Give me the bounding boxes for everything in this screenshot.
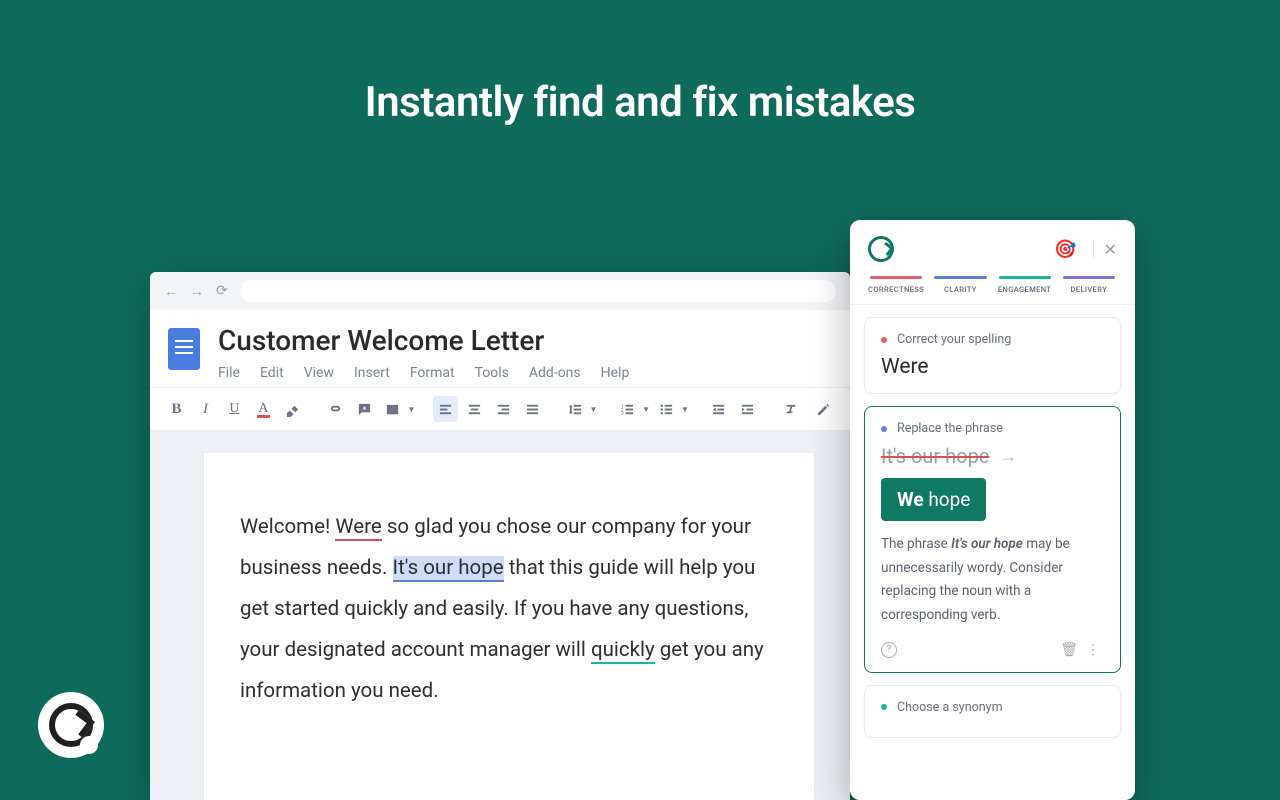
- clear-formatting-button[interactable]: [778, 396, 803, 422]
- grammarly-logo-icon: [868, 236, 894, 262]
- card-title: Choose a synonym: [897, 700, 1003, 715]
- reload-icon[interactable]: ⟳: [216, 283, 228, 299]
- align-justify-button[interactable]: [520, 396, 545, 422]
- clarity-dot-icon: [881, 426, 887, 432]
- highlight-button[interactable]: [280, 396, 305, 422]
- indent-decrease-button[interactable]: [707, 396, 732, 422]
- menu-view[interactable]: View: [304, 365, 334, 381]
- text-color-button[interactable]: A: [251, 396, 276, 422]
- document-title[interactable]: Customer Welcome Letter: [218, 324, 832, 357]
- docs-menu-bar: File Edit View Insert Format Tools Add-o…: [218, 365, 832, 381]
- engagement-dot-icon: [881, 704, 887, 710]
- apply-suggestion-button[interactable]: We hope: [881, 478, 986, 521]
- goals-icon[interactable]: 🎯: [1054, 239, 1076, 260]
- image-button[interactable]: [381, 396, 406, 422]
- menu-addons[interactable]: Add-ons: [529, 365, 581, 381]
- menu-edit[interactable]: Edit: [260, 365, 284, 381]
- italic-button[interactable]: I: [193, 396, 218, 422]
- comment-button[interactable]: [352, 396, 377, 422]
- text-segment: Welcome!: [240, 515, 335, 539]
- engagement-underline[interactable]: quickly: [591, 638, 655, 664]
- svg-text:3: 3: [621, 411, 624, 417]
- edit-mode-button[interactable]: [811, 396, 836, 422]
- numbered-list-button[interactable]: 123: [615, 396, 640, 422]
- correctness-dot-icon: [881, 337, 887, 343]
- indent-increase-button[interactable]: [735, 396, 760, 422]
- menu-format[interactable]: Format: [410, 365, 455, 381]
- bold-button[interactable]: B: [164, 396, 189, 422]
- help-icon[interactable]: ?: [881, 642, 897, 658]
- card-description: The phrase It's our hope may be unnecess…: [881, 533, 1104, 628]
- link-button[interactable]: [323, 396, 348, 422]
- grammarly-floating-icon[interactable]: [38, 692, 104, 758]
- menu-help[interactable]: Help: [601, 365, 630, 381]
- google-docs-window: ← → ⟳ Customer Welcome Letter File Edit …: [150, 272, 850, 800]
- menu-tools[interactable]: Tools: [475, 365, 509, 381]
- page-headline: Instantly find and fix mistakes: [0, 0, 1280, 127]
- docs-toolbar: B I U A ▼ ▼ 123▼ ▼: [150, 387, 850, 431]
- close-icon[interactable]: ✕: [1104, 240, 1117, 259]
- menu-file[interactable]: File: [218, 365, 240, 381]
- line-spacing-button[interactable]: [563, 396, 588, 422]
- card-value: Were: [881, 355, 1104, 379]
- arrow-right-icon: →: [999, 446, 1017, 467]
- browser-chrome: ← → ⟳: [150, 272, 850, 310]
- align-left-button[interactable]: [433, 396, 458, 422]
- document-page[interactable]: Welcome! Were so glad you chose our comp…: [204, 453, 814, 800]
- suggestion-card-clarity[interactable]: Replace the phrase It's our hope → We ho…: [864, 406, 1121, 673]
- forward-icon[interactable]: →: [190, 283, 204, 300]
- menu-insert[interactable]: Insert: [354, 365, 390, 381]
- trash-icon[interactable]: 🗑: [1056, 642, 1082, 658]
- card-title: Correct your spelling: [897, 332, 1011, 347]
- tab-delivery[interactable]: DELIVERY: [1057, 276, 1121, 294]
- category-tabs: CORRECTNESS CLARITY ENGAGEMENT DELIVERY: [850, 270, 1135, 305]
- suggestion-card-synonym[interactable]: Choose a synonym: [864, 685, 1121, 738]
- tab-correctness[interactable]: CORRECTNESS: [864, 276, 928, 294]
- underline-button[interactable]: U: [222, 396, 247, 422]
- clarity-highlight[interactable]: It's our hope: [393, 556, 504, 582]
- google-docs-icon: [168, 328, 200, 370]
- document-body[interactable]: Welcome! Were so glad you chose our comp…: [240, 507, 766, 712]
- grammarly-panel: 🎯 ✕ CORRECTNESS CLARITY ENGAGEMENT DELIV…: [850, 220, 1135, 800]
- align-right-button[interactable]: [491, 396, 516, 422]
- card-title: Replace the phrase: [897, 421, 1003, 436]
- tab-engagement[interactable]: ENGAGEMENT: [993, 276, 1057, 294]
- align-center-button[interactable]: [462, 396, 487, 422]
- tab-clarity[interactable]: CLARITY: [928, 276, 992, 294]
- bulleted-list-button[interactable]: [654, 396, 679, 422]
- spelling-error[interactable]: Were: [335, 515, 381, 541]
- suggestion-card-spelling[interactable]: Correct your spelling Were: [864, 317, 1121, 394]
- original-phrase: It's our hope: [881, 444, 989, 468]
- back-icon[interactable]: ←: [164, 283, 178, 300]
- more-icon[interactable]: ⋮: [1082, 642, 1104, 658]
- address-bar[interactable]: [240, 280, 836, 302]
